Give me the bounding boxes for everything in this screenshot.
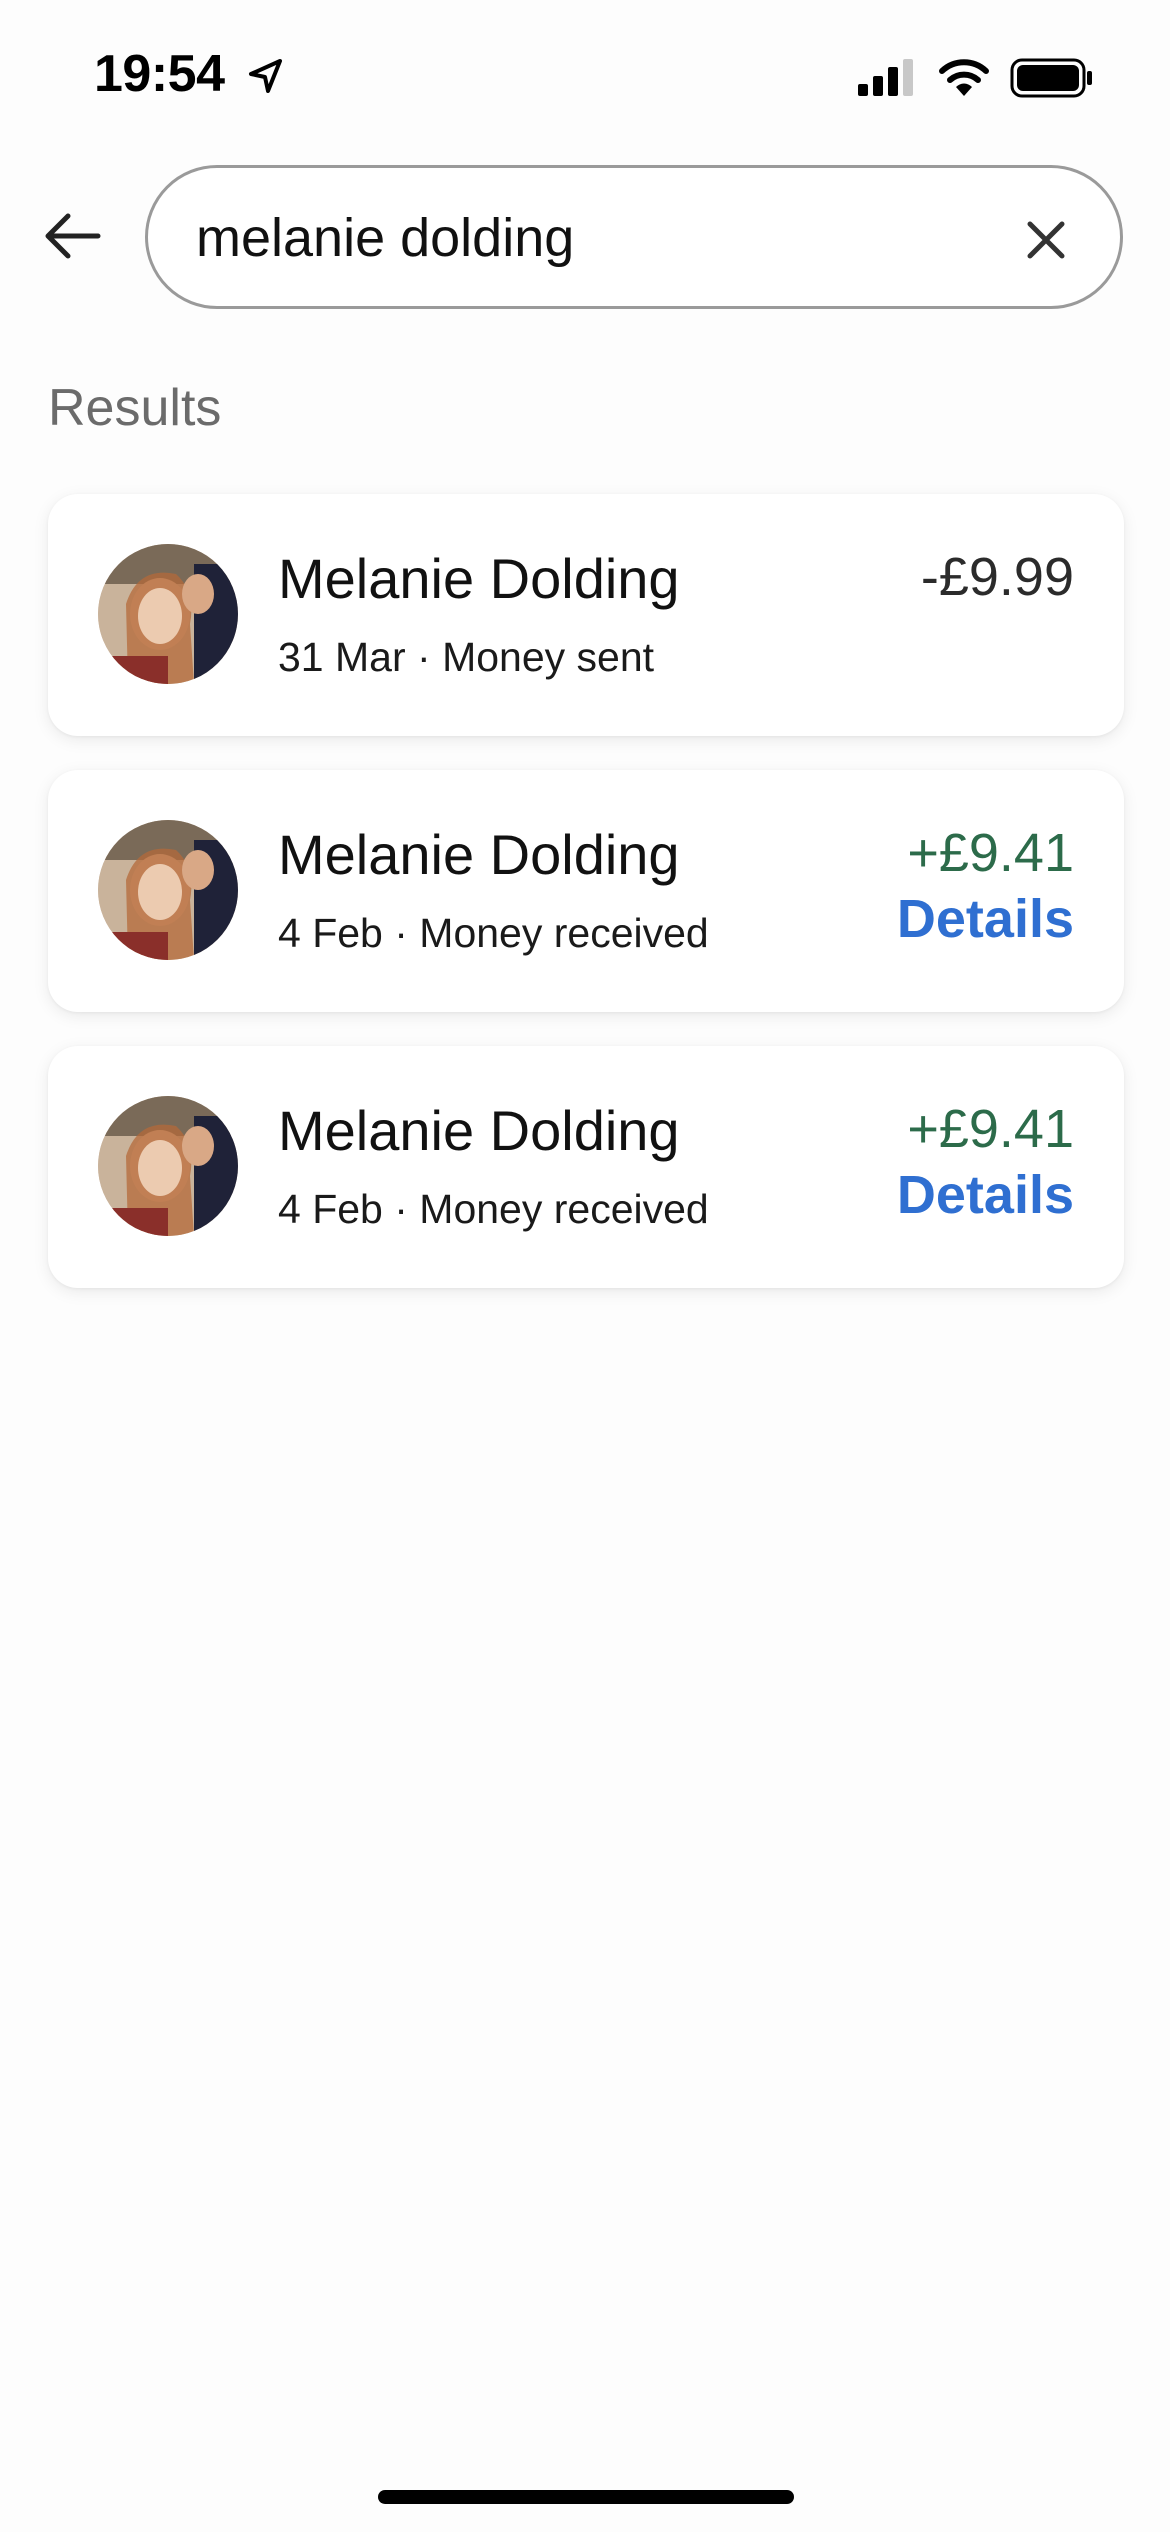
transaction-name: Melanie Dolding xyxy=(278,823,680,886)
transaction-name: Melanie Dolding xyxy=(278,1099,680,1162)
location-arrow-icon xyxy=(249,59,282,93)
avatar xyxy=(98,820,238,960)
search-input[interactable] xyxy=(196,196,976,280)
transaction-meta: 31 Mar · Money sent xyxy=(278,634,654,681)
close-icon xyxy=(1027,221,1065,259)
transaction-amount: +£9.41 xyxy=(907,1099,1074,1159)
meta-separator: · xyxy=(394,1186,420,1232)
transaction-date: 4 Feb xyxy=(278,910,383,956)
transaction-date: 4 Feb xyxy=(278,1186,383,1232)
search-box[interactable] xyxy=(145,165,1123,309)
transaction-name: Melanie Dolding xyxy=(278,547,680,610)
transaction-meta: 4 Feb · Money received xyxy=(278,910,709,957)
details-link[interactable]: Details xyxy=(897,1164,1074,1226)
battery-icon xyxy=(1010,58,1092,98)
meta-separator: · xyxy=(417,634,443,680)
transaction-card[interactable]: Melanie Dolding 4 Feb · Money received +… xyxy=(48,770,1124,1012)
transaction-type: Money sent xyxy=(442,634,655,680)
transaction-card[interactable]: Melanie Dolding 31 Mar · Money sent -£9.… xyxy=(48,494,1124,736)
transaction-amount: -£9.99 xyxy=(920,547,1074,607)
status-bar: 19:54 xyxy=(0,0,1170,150)
back-button[interactable] xyxy=(36,200,108,272)
meta-separator: · xyxy=(394,910,420,956)
transaction-card[interactable]: Melanie Dolding 4 Feb · Money received +… xyxy=(48,1046,1124,1288)
avatar xyxy=(98,1096,238,1236)
clear-search-button[interactable] xyxy=(1008,202,1084,278)
arrow-left-icon xyxy=(45,213,101,259)
results-heading: Results xyxy=(48,379,222,437)
avatar xyxy=(98,544,238,684)
status-time: 19:54 xyxy=(94,45,225,103)
cellular-signal-icon xyxy=(858,59,913,96)
transaction-type: Money received xyxy=(419,1186,709,1232)
transaction-meta: 4 Feb · Money received xyxy=(278,1186,709,1233)
profile-photo xyxy=(98,1096,238,1236)
wifi-icon xyxy=(939,59,989,96)
transaction-type: Money received xyxy=(419,910,709,956)
details-link[interactable]: Details xyxy=(897,888,1074,950)
transaction-amount: +£9.41 xyxy=(907,823,1074,883)
home-indicator[interactable] xyxy=(378,2490,794,2504)
profile-photo xyxy=(98,544,238,684)
profile-photo xyxy=(98,820,238,960)
transaction-date: 31 Mar xyxy=(278,634,406,680)
screen: 19:54 melanie dolding Results Melanie Do… xyxy=(0,0,1170,2532)
